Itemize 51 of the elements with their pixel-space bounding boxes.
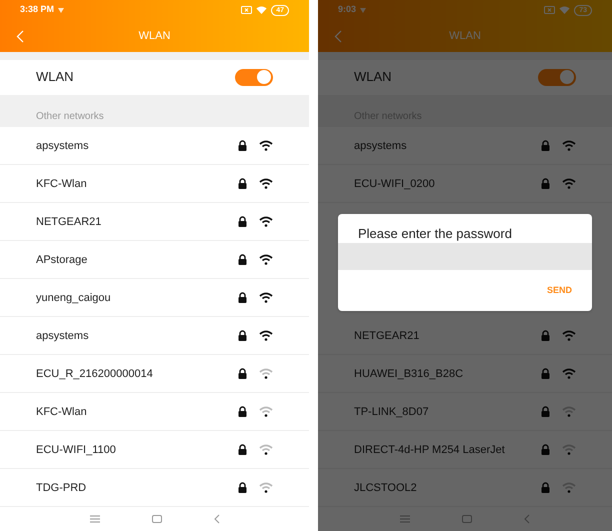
lock-icon	[238, 368, 247, 380]
wlan-toggle[interactable]	[538, 68, 576, 86]
network-row[interactable]: KFC-Wlan	[0, 393, 309, 432]
lock-icon	[238, 406, 247, 418]
lock-icon	[541, 406, 550, 418]
lock-icon	[238, 216, 247, 228]
lock-icon	[238, 292, 247, 304]
signal-icon	[360, 8, 366, 12]
signal-icon	[58, 8, 64, 12]
back-nav-icon[interactable]	[214, 514, 220, 524]
network-row[interactable]: apsystems	[0, 127, 309, 166]
network-row[interactable]: apsystems	[0, 317, 309, 356]
menu-icon[interactable]	[400, 515, 410, 524]
network-row[interactable]: NETGEAR21	[0, 203, 309, 242]
lock-icon	[541, 178, 550, 190]
lock-icon	[541, 330, 550, 342]
lock-icon	[541, 482, 550, 494]
sim-icon	[241, 6, 252, 14]
home-icon[interactable]	[462, 515, 472, 524]
lock-icon	[238, 178, 247, 190]
lock-icon	[238, 254, 247, 266]
status-time: 3:38 PM	[20, 3, 54, 16]
wlan-toggle[interactable]	[235, 68, 273, 86]
wlan-label: WLAN	[36, 68, 74, 86]
network-row[interactable]: ECU_R_216200000014	[0, 355, 309, 394]
wifi-status-icon	[559, 6, 570, 14]
wlan-label: WLAN	[354, 68, 392, 86]
menu-icon[interactable]	[90, 515, 100, 524]
network-row[interactable]: APstorage	[0, 241, 309, 280]
home-icon[interactable]	[152, 515, 162, 524]
network-row[interactable]: KFC-Wlan	[0, 165, 309, 204]
page-title: WLAN	[449, 28, 481, 44]
section-header: Other networks	[36, 110, 104, 124]
network-row[interactable]: ECU-WIFI_1100	[0, 431, 309, 470]
lock-icon	[541, 368, 550, 380]
lock-icon	[238, 330, 247, 342]
back-icon[interactable]	[16, 30, 24, 42]
status-time: 9:03	[338, 3, 356, 16]
back-icon[interactable]	[334, 30, 342, 42]
network-row[interactable]: yuneng_caigou	[0, 279, 309, 318]
lock-icon	[238, 482, 247, 494]
back-nav-icon[interactable]	[524, 514, 530, 524]
lock-icon	[238, 140, 247, 152]
lock-icon	[541, 444, 550, 456]
lock-icon	[238, 444, 247, 456]
page-title: WLAN	[138, 28, 170, 44]
password-field[interactable]	[338, 243, 592, 270]
lock-icon	[541, 140, 550, 152]
wifi-status-icon	[256, 6, 268, 14]
dialog-title: Please enter the password	[357, 225, 513, 242]
sim-icon	[544, 6, 556, 14]
